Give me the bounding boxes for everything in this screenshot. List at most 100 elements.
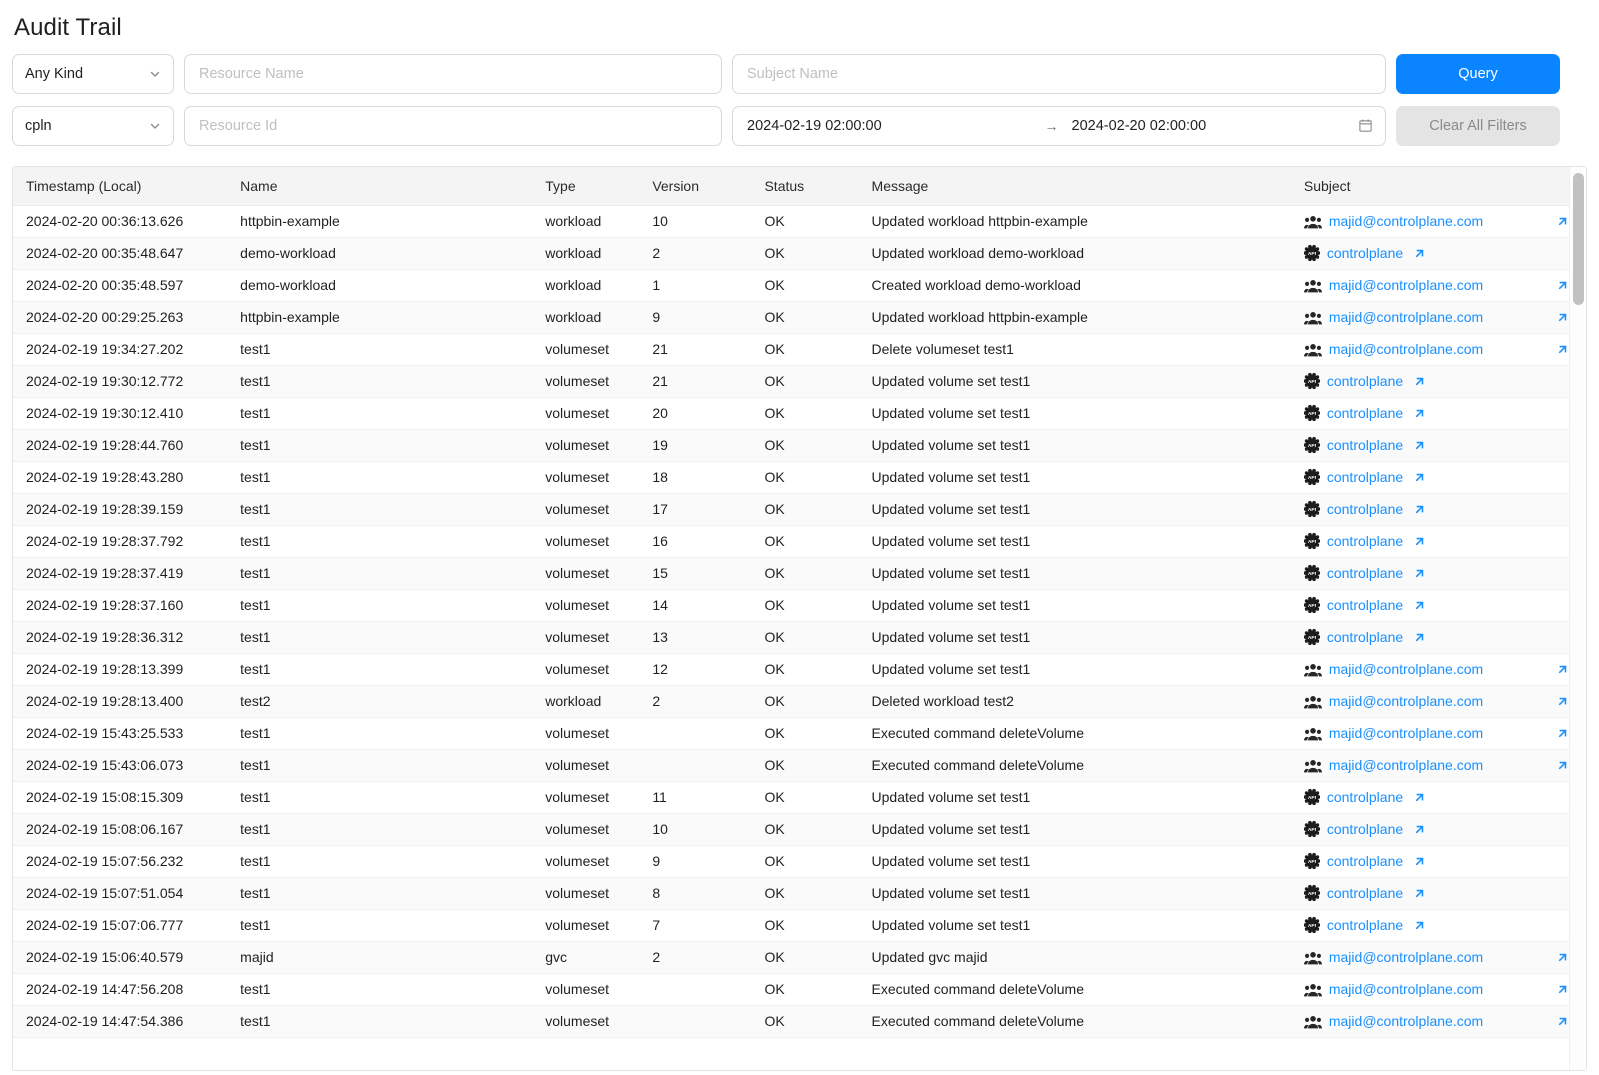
- table-row[interactable]: 2024-02-19 19:30:12.772 test1 volumeset 21 O…: [13, 365, 1569, 398]
- subject-link[interactable]: majid@controlplane.com: [1329, 341, 1483, 357]
- table-row[interactable]: 2024-02-19 19:34:27.202 test1 volumeset 21 O…: [13, 333, 1569, 366]
- external-link-icon[interactable]: [1413, 855, 1426, 868]
- subject-link[interactable]: majid@controlplane.com: [1329, 693, 1483, 709]
- external-link-icon[interactable]: [1556, 727, 1569, 740]
- date-range-picker[interactable]: →: [732, 105, 1386, 146]
- column-header-timestamp[interactable]: Timestamp (Local): [13, 167, 230, 206]
- table-row[interactable]: 2024-02-19 15:08:06.167 test1 volumeset 10 O…: [13, 813, 1569, 846]
- external-link-icon[interactable]: [1556, 311, 1569, 324]
- subject-link[interactable]: majid@controlplane.com: [1329, 725, 1483, 741]
- subject-link[interactable]: controlplane: [1327, 373, 1403, 389]
- table-row[interactable]: 2024-02-19 14:47:56.208 test1 volumeset OK E…: [13, 973, 1569, 1006]
- subject-link[interactable]: controlplane: [1327, 629, 1403, 645]
- table-row[interactable]: 2024-02-19 19:28:36.312 test1 volumeset 13 O…: [13, 621, 1569, 654]
- external-link-icon[interactable]: [1413, 791, 1426, 804]
- external-link-icon[interactable]: [1413, 407, 1426, 420]
- table-row[interactable]: 2024-02-19 19:28:37.160 test1 volumeset 14 O…: [13, 589, 1569, 622]
- table-row[interactable]: 2024-02-19 15:43:25.533 test1 volumeset OK E…: [13, 717, 1569, 750]
- subject-name-field[interactable]: [732, 53, 1386, 94]
- column-header-type[interactable]: Type: [545, 167, 653, 206]
- subject-link[interactable]: majid@controlplane.com: [1329, 981, 1483, 997]
- external-link-icon[interactable]: [1413, 247, 1426, 260]
- subject-link[interactable]: controlplane: [1327, 437, 1403, 453]
- external-link-icon[interactable]: [1556, 695, 1569, 708]
- calendar-icon[interactable]: [1358, 118, 1373, 133]
- date-range-start-input[interactable]: [745, 116, 1034, 135]
- external-link-icon[interactable]: [1413, 535, 1426, 548]
- subject-link[interactable]: controlplane: [1327, 789, 1403, 805]
- external-link-icon[interactable]: [1556, 951, 1569, 964]
- subject-link[interactable]: majid@controlplane.com: [1329, 277, 1483, 293]
- kind-select[interactable]: Any Kind: [12, 53, 174, 94]
- query-button[interactable]: Query: [1396, 53, 1560, 94]
- external-link-icon[interactable]: [1413, 823, 1426, 836]
- column-header-status[interactable]: Status: [764, 167, 872, 206]
- resource-name-input[interactable]: [197, 64, 709, 83]
- external-link-icon[interactable]: [1556, 1015, 1569, 1028]
- external-link-icon[interactable]: [1413, 375, 1426, 388]
- external-link-icon[interactable]: [1413, 887, 1426, 900]
- external-link-icon[interactable]: [1556, 759, 1569, 772]
- external-link-icon[interactable]: [1413, 599, 1426, 612]
- external-link-icon[interactable]: [1413, 503, 1426, 516]
- subject-link[interactable]: majid@controlplane.com: [1329, 213, 1483, 229]
- subject-link[interactable]: controlplane: [1327, 917, 1403, 933]
- subject-link[interactable]: controlplane: [1327, 405, 1403, 421]
- resource-name-field[interactable]: [184, 53, 722, 94]
- column-header-version[interactable]: Version: [652, 167, 765, 206]
- table-row[interactable]: 2024-02-19 15:07:56.232 test1 volumeset 9 OK…: [13, 845, 1569, 878]
- vertical-scrollbar[interactable]: [1569, 167, 1586, 1070]
- table-row[interactable]: 2024-02-19 15:43:06.073 test1 volumeset OK E…: [13, 749, 1569, 782]
- clear-all-filters-button[interactable]: Clear All Filters: [1396, 105, 1560, 146]
- subject-link[interactable]: controlplane: [1327, 469, 1403, 485]
- column-header-subject[interactable]: Subject: [1303, 167, 1569, 206]
- subject-link[interactable]: controlplane: [1327, 597, 1403, 613]
- table-row[interactable]: 2024-02-19 19:28:37.419 test1 volumeset 15 O…: [13, 557, 1569, 590]
- table-row[interactable]: 2024-02-19 19:28:37.792 test1 volumeset 16 O…: [13, 525, 1569, 558]
- table-row[interactable]: 2024-02-19 15:07:51.054 test1 volumeset 8 OK…: [13, 877, 1569, 910]
- external-link-icon[interactable]: [1413, 631, 1426, 644]
- table-row[interactable]: 2024-02-20 00:35:48.647 demo-workload work…: [13, 237, 1569, 270]
- table-row[interactable]: 2024-02-20 00:35:48.597 demo-workload work…: [13, 269, 1569, 302]
- subject-link[interactable]: controlplane: [1327, 853, 1403, 869]
- external-link-icon[interactable]: [1413, 471, 1426, 484]
- table-row[interactable]: 2024-02-20 00:36:13.626 httpbin-example wo…: [13, 205, 1569, 238]
- org-select[interactable]: cpln: [12, 105, 174, 146]
- table-row[interactable]: 2024-02-19 15:06:40.579 majid gvc 2 OK Update…: [13, 941, 1569, 974]
- subject-link[interactable]: majid@controlplane.com: [1329, 661, 1483, 677]
- column-header-name[interactable]: Name: [229, 167, 546, 206]
- table-row[interactable]: 2024-02-19 15:08:15.309 test1 volumeset 11 O…: [13, 781, 1569, 814]
- subject-link[interactable]: majid@controlplane.com: [1329, 757, 1483, 773]
- subject-link[interactable]: controlplane: [1327, 565, 1403, 581]
- external-link-icon[interactable]: [1413, 567, 1426, 580]
- subject-link[interactable]: controlplane: [1327, 821, 1403, 837]
- table-row[interactable]: 2024-02-19 19:28:13.400 test2 workload 2 OK D…: [13, 685, 1569, 718]
- table-row[interactable]: 2024-02-19 15:07:06.777 test1 volumeset 7 OK…: [13, 909, 1569, 942]
- column-header-message[interactable]: Message: [871, 167, 1304, 206]
- external-link-icon[interactable]: [1556, 215, 1569, 228]
- external-link-icon[interactable]: [1556, 279, 1569, 292]
- subject-link[interactable]: majid@controlplane.com: [1329, 1013, 1483, 1029]
- vertical-scrollbar-thumb[interactable]: [1573, 173, 1584, 305]
- resource-id-field[interactable]: [184, 105, 722, 146]
- table-row[interactable]: 2024-02-19 19:28:13.399 test1 volumeset 12 O…: [13, 653, 1569, 686]
- table-row[interactable]: 2024-02-19 19:30:12.410 test1 volumeset 20 O…: [13, 397, 1569, 430]
- date-range-end-input[interactable]: [1069, 116, 1358, 135]
- external-link-icon[interactable]: [1556, 343, 1569, 356]
- external-link-icon[interactable]: [1556, 663, 1569, 676]
- subject-link[interactable]: majid@controlplane.com: [1329, 949, 1483, 965]
- subject-link[interactable]: controlplane: [1327, 533, 1403, 549]
- subject-link[interactable]: controlplane: [1327, 245, 1403, 261]
- resource-id-input[interactable]: [197, 116, 709, 135]
- subject-link[interactable]: controlplane: [1327, 885, 1403, 901]
- table-row[interactable]: 2024-02-20 00:29:25.263 httpbin-example wo…: [13, 301, 1569, 334]
- table-row[interactable]: 2024-02-19 19:28:43.280 test1 volumeset 18 O…: [13, 461, 1569, 494]
- table-row[interactable]: 2024-02-19 19:28:39.159 test1 volumeset 17 O…: [13, 493, 1569, 526]
- table-row[interactable]: 2024-02-19 19:28:44.760 test1 volumeset 19 O…: [13, 429, 1569, 462]
- subject-link[interactable]: controlplane: [1327, 501, 1403, 517]
- subject-name-input[interactable]: [745, 64, 1373, 83]
- table-row[interactable]: 2024-02-19 14:47:54.386 test1 volumeset OK E…: [13, 1005, 1569, 1038]
- subject-link[interactable]: majid@controlplane.com: [1329, 309, 1483, 325]
- external-link-icon[interactable]: [1413, 439, 1426, 452]
- external-link-icon[interactable]: [1413, 919, 1426, 932]
